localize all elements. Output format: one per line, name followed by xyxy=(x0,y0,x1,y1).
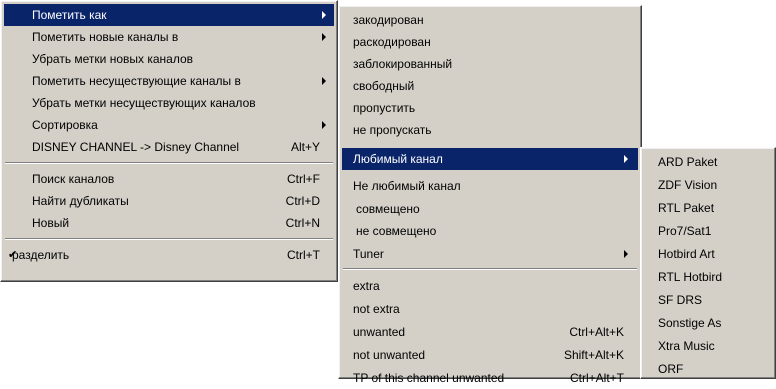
menu-item-label: unwanted xyxy=(353,325,406,339)
menu-item-label: совмещено xyxy=(356,202,420,216)
menu-item-combined[interactable]: совмещено xyxy=(342,198,638,220)
menu-item-label: пропустить xyxy=(353,101,416,115)
menu-item-label: not unwanted xyxy=(353,348,426,362)
menu-item-shortcut: Ctrl+Alt+T xyxy=(569,371,624,385)
menu-item-split[interactable]: ✔ разделить Ctrl+T xyxy=(4,244,334,266)
menu-item-search-channels[interactable]: Поиск каналов Ctrl+F xyxy=(4,168,334,190)
menu-item-label: not extra xyxy=(353,302,400,316)
mark-as-submenu: закодирован раскодирован заблокированный… xyxy=(338,5,642,385)
menu-item-decrypted[interactable]: раскодирован xyxy=(342,31,638,53)
menu-item-label: Пометить новые каналы в xyxy=(32,30,179,44)
menu-item-zdf-vision[interactable]: ZDF Vision xyxy=(644,174,772,196)
menu-item-label: Tuner xyxy=(353,247,384,261)
menu-item-find-duplicates[interactable]: Найти дубликаты Ctrl+D xyxy=(4,190,334,212)
menu-item-not-unwanted[interactable]: not unwanted Shift+Alt+K xyxy=(342,344,638,366)
menu-item-label: RTL Hotbird xyxy=(658,270,723,284)
menu-item-ard-paket[interactable]: ARD Paket xyxy=(644,151,772,173)
menu-item-mark-as[interactable]: Пометить как xyxy=(4,4,334,26)
menu-item-shortcut: Ctrl+F xyxy=(287,172,320,186)
menu-item-label: Hotbird Art xyxy=(658,247,715,261)
menu-item-hotbird-art[interactable]: Hotbird Art xyxy=(644,243,772,265)
menu-item-unwanted[interactable]: unwanted Ctrl+Alt+K xyxy=(342,321,638,343)
menu-item-orf[interactable]: ORF xyxy=(644,358,772,380)
menu-item-favorite-channel[interactable]: Любимый канал xyxy=(342,148,638,170)
menu-item-free[interactable]: свободный xyxy=(342,75,638,97)
menu-item-rename-disney[interactable]: DISNEY CHANNEL -> Disney Channel Alt+Y xyxy=(4,136,334,158)
menu-item-skip[interactable]: пропустить xyxy=(342,97,638,119)
menu-item-label: раскодирован xyxy=(353,35,431,49)
menu-separator xyxy=(5,238,333,240)
menu-item-rtl-paket[interactable]: RTL Paket xyxy=(644,197,772,219)
menu-item-sonstige-as[interactable]: Sonstige As xyxy=(644,312,772,334)
menu-item-label: Xtra Music xyxy=(658,339,715,353)
menu-item-label: ORF xyxy=(658,362,684,376)
menu-item-label: закодирован xyxy=(353,13,424,27)
menu-item-label: Pro7/Sat1 xyxy=(658,224,712,238)
menu-item-label: не пропускать xyxy=(353,123,432,137)
menu-item-label: Новый xyxy=(32,216,70,230)
menu-item-sorting[interactable]: Сортировка xyxy=(4,114,334,136)
submenu-arrow-icon xyxy=(322,121,326,129)
menu-item-label: Любимый канал xyxy=(353,152,443,166)
menu-item-new[interactable]: Новый Ctrl+N xyxy=(4,212,334,234)
menu-item-locked[interactable]: заблокированный xyxy=(342,53,638,75)
menu-item-label: разделить xyxy=(12,248,70,262)
menu-item-label: Найти дубликаты xyxy=(32,194,129,208)
menu-item-tuner[interactable]: Tuner xyxy=(342,243,638,265)
submenu-arrow-icon xyxy=(624,250,628,258)
menu-item-not-favorite[interactable]: Не любимый канал xyxy=(342,175,638,197)
submenu-arrow-icon xyxy=(322,77,326,85)
menu-item-label: extra xyxy=(353,279,380,293)
menu-item-shortcut: Ctrl+N xyxy=(285,216,320,230)
submenu-arrow-icon xyxy=(322,11,326,19)
menu-item-not-combined[interactable]: не совмещено xyxy=(342,220,638,242)
menu-item-tp-unwanted[interactable]: TP of this channel unwanted Ctrl+Alt+T xyxy=(342,367,638,389)
menu-item-label: RTL Paket xyxy=(658,201,715,215)
menu-item-label: TP of this channel unwanted xyxy=(353,371,505,385)
menu-item-shortcut: Ctrl+T xyxy=(287,248,320,262)
menu-item-sf-drs[interactable]: SF DRS xyxy=(644,289,772,311)
menu-item-label: Убрать метки несуществующих каналов xyxy=(32,96,256,110)
favorite-channel-submenu: ARD Paket ZDF Vision RTL Paket Pro7/Sat1… xyxy=(640,147,776,379)
check-icon: ✔ xyxy=(8,249,18,261)
menu-item-label: Сортировка xyxy=(32,118,98,132)
menu-separator xyxy=(5,162,333,164)
menu-item-label: Пометить как xyxy=(32,8,107,22)
menu-item-label: не совмещено xyxy=(356,224,437,238)
menu-item-label: Пометить несуществующие каналы в xyxy=(32,74,241,88)
menu-item-label: Sonstige As xyxy=(658,316,722,330)
menu-item-pro7-sat1[interactable]: Pro7/Sat1 xyxy=(644,220,772,242)
main-context-menu: Пометить как Пометить новые каналы в Убр… xyxy=(0,0,338,282)
menu-item-remove-missing-marks[interactable]: Убрать метки несуществующих каналов xyxy=(4,92,334,114)
menu-item-encrypted[interactable]: закодирован xyxy=(342,9,638,31)
menu-item-label: ARD Paket xyxy=(658,155,718,169)
menu-item-remove-new-marks[interactable]: Убрать метки новых каналов xyxy=(4,48,334,70)
menu-item-no-skip[interactable]: не пропускать xyxy=(342,119,638,141)
menu-item-shortcut: Ctrl+Alt+K xyxy=(569,325,624,339)
menu-item-label: SF DRS xyxy=(658,293,703,307)
menu-item-xtra-music[interactable]: Xtra Music xyxy=(644,335,772,357)
menu-item-label: Убрать метки новых каналов xyxy=(32,52,194,66)
submenu-arrow-icon xyxy=(624,155,628,163)
menu-item-not-extra[interactable]: not extra xyxy=(342,298,638,320)
menu-item-extra[interactable]: extra xyxy=(342,275,638,297)
submenu-arrow-icon xyxy=(322,33,326,41)
menu-item-mark-new-channels[interactable]: Пометить новые каналы в xyxy=(4,26,334,48)
menu-item-label: ZDF Vision xyxy=(658,178,718,192)
menu-item-label: Не любимый канал xyxy=(353,179,461,193)
menu-item-label: заблокированный xyxy=(353,57,453,71)
menu-item-label: DISNEY CHANNEL -> Disney Channel xyxy=(32,140,240,154)
menu-item-shortcut: Shift+Alt+K xyxy=(563,348,624,362)
menu-separator xyxy=(343,268,637,270)
menu-item-label: свободный xyxy=(353,79,415,93)
menu-item-shortcut: Alt+Y xyxy=(290,140,320,154)
menu-item-shortcut: Ctrl+D xyxy=(285,194,320,208)
menu-item-label: Поиск каналов xyxy=(32,172,115,186)
menu-item-mark-missing-channels[interactable]: Пометить несуществующие каналы в xyxy=(4,70,334,92)
menu-item-rtl-hotbird[interactable]: RTL Hotbird xyxy=(644,266,772,288)
